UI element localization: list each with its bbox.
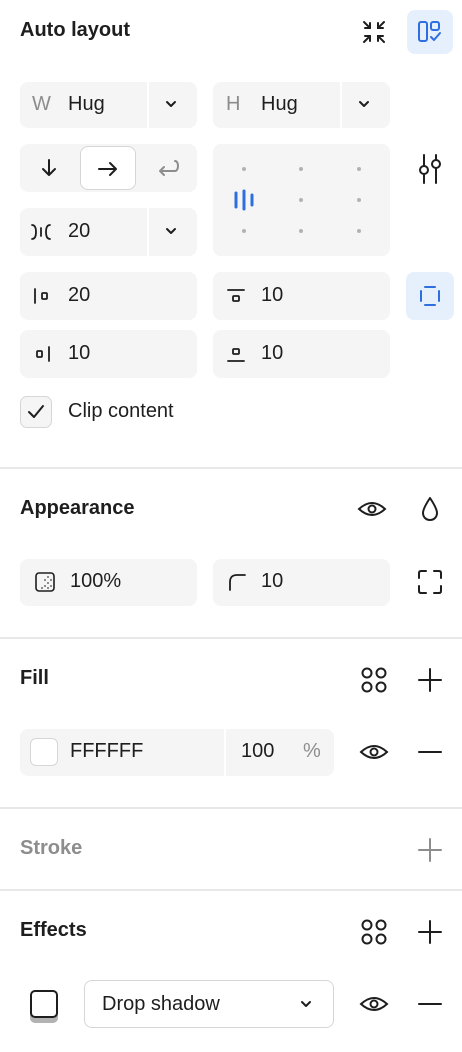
chevron-down-icon[interactable] — [164, 99, 178, 111]
direction-segmented-control — [20, 144, 197, 192]
add-effect-icon[interactable] — [417, 919, 443, 945]
add-stroke-icon[interactable] — [417, 837, 443, 863]
width-field[interactable]: W Hug — [20, 82, 197, 128]
align-dot[interactable] — [242, 229, 246, 233]
padding-left-icon — [34, 288, 48, 304]
styles-grid-icon[interactable] — [360, 666, 388, 694]
drop-shadow-icon — [30, 990, 58, 1018]
appearance-title: Appearance — [20, 497, 135, 519]
padding-bottom-value[interactable]: 10 — [261, 342, 283, 365]
effect-type-select[interactable]: Drop shadow — [84, 980, 334, 1028]
align-dot[interactable] — [357, 229, 361, 233]
align-dot[interactable] — [357, 198, 361, 202]
padding-top-icon — [227, 289, 245, 302]
auto-layout-title: Auto layout — [20, 19, 130, 41]
align-dot[interactable] — [299, 229, 303, 233]
height-field[interactable]: H Hug — [213, 82, 390, 128]
direction-horizontal-option[interactable] — [80, 146, 136, 190]
opacity-icon — [35, 572, 55, 592]
section-divider — [0, 637, 462, 639]
arrow-right-icon — [98, 162, 117, 176]
remove-effect-icon[interactable] — [417, 992, 443, 1016]
padding-bottom-field[interactable]: 10 — [213, 330, 390, 378]
height-value[interactable]: Hug — [261, 93, 298, 116]
independent-padding-icon — [420, 286, 440, 306]
layout-check-icon — [418, 21, 441, 42]
eye-icon[interactable] — [356, 496, 388, 522]
collapse-icon[interactable] — [359, 17, 389, 47]
padding-right-icon — [36, 346, 50, 362]
chevron-down-icon[interactable] — [164, 226, 178, 238]
corner-radius-value[interactable]: 10 — [261, 570, 283, 593]
chevron-down-icon[interactable] — [357, 99, 371, 111]
align-dot[interactable] — [299, 198, 303, 202]
direction-wrap-option[interactable] — [138, 144, 196, 192]
fill-opacity-value[interactable]: 100 — [241, 740, 274, 763]
add-fill-icon[interactable] — [417, 667, 443, 693]
padding-top-field[interactable]: 10 — [213, 272, 390, 320]
expand-corners-icon[interactable] — [416, 568, 444, 596]
fill-opacity-unit: % — [303, 740, 321, 762]
fill-swatch[interactable] — [30, 738, 58, 766]
section-divider — [0, 889, 462, 891]
width-value[interactable]: Hug — [68, 93, 105, 116]
section-divider — [0, 807, 462, 809]
corner-radius-field[interactable]: 10 — [213, 559, 390, 606]
align-dot[interactable] — [242, 167, 246, 171]
opacity-value[interactable]: 100% — [70, 570, 121, 593]
layout-suggestions-button[interactable] — [407, 10, 453, 54]
padding-top-value[interactable]: 10 — [261, 284, 283, 307]
fill-hex-value[interactable]: FFFFFF — [70, 740, 143, 763]
gap-field[interactable]: 20 — [20, 208, 197, 256]
effect-type-value: Drop shadow — [102, 993, 220, 1015]
eye-icon[interactable] — [358, 991, 390, 1017]
chevron-down-icon — [301, 1001, 311, 1007]
sliders-icon[interactable] — [416, 152, 444, 186]
alignment-grid[interactable] — [213, 144, 390, 256]
fill-title: Fill — [20, 667, 49, 689]
padding-bottom-icon — [227, 348, 245, 362]
arrow-down-icon — [42, 159, 56, 176]
wrap-icon — [159, 160, 179, 176]
corner-radius-icon — [229, 574, 246, 591]
direction-vertical-option[interactable] — [20, 144, 78, 192]
styles-grid-icon[interactable] — [360, 918, 388, 946]
align-left-center-icon[interactable] — [233, 189, 257, 211]
height-prefix: H — [226, 93, 241, 115]
clip-content-label: Clip content — [68, 400, 174, 422]
width-prefix: W — [32, 93, 51, 115]
padding-left-value[interactable]: 20 — [68, 284, 90, 307]
padding-right-value[interactable]: 10 — [68, 342, 90, 365]
fill-color-field[interactable]: FFFFFF 100 % — [20, 729, 334, 776]
padding-left-field[interactable]: 20 — [20, 272, 197, 320]
opacity-field[interactable]: 100% — [20, 559, 197, 606]
gap-value[interactable]: 20 — [68, 220, 90, 243]
stroke-title: Stroke — [20, 837, 83, 859]
padding-right-field[interactable]: 10 — [20, 330, 197, 378]
effect-settings-button[interactable] — [30, 990, 58, 1024]
drop-icon[interactable] — [418, 494, 442, 524]
remove-fill-icon[interactable] — [417, 740, 443, 764]
clip-content-checkbox[interactable] — [20, 396, 52, 428]
effects-title: Effects — [20, 919, 87, 941]
section-divider — [0, 467, 462, 469]
align-dot[interactable] — [299, 167, 303, 171]
check-icon — [28, 405, 44, 418]
align-dot[interactable] — [357, 167, 361, 171]
eye-icon[interactable] — [358, 739, 390, 765]
independent-padding-button[interactable] — [406, 272, 454, 320]
gap-icon — [31, 224, 51, 240]
